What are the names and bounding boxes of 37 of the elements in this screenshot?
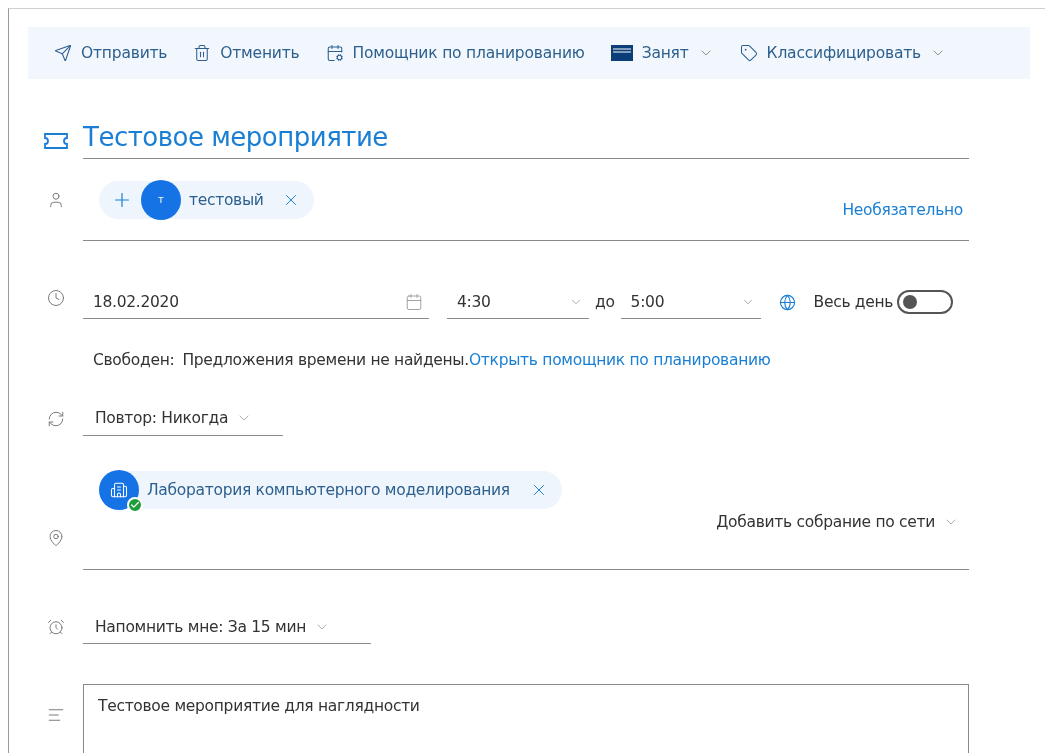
- text-lines-icon: [46, 706, 65, 724]
- calendar-icon: [405, 292, 423, 311]
- date-field[interactable]: 18.02.2020: [83, 285, 429, 319]
- scheduling-link[interactable]: Открыть помощник по планированию: [468, 350, 771, 369]
- end-time-field[interactable]: 5:00: [620, 285, 761, 319]
- event-title[interactable]: Тестовое мероприятие: [83, 122, 388, 158]
- repeat-dropdown[interactable]: Повтор: Никогда: [83, 401, 283, 436]
- building-icon: [110, 481, 128, 499]
- delete-icon: [193, 44, 212, 62]
- busy-status-icon: [610, 45, 633, 61]
- repeat-icon: [46, 409, 65, 428]
- body-editor[interactable]: Тестовое мероприятие для наглядности: [83, 684, 969, 753]
- toolbar-button[interactable]: Отправить: [54, 44, 168, 62]
- location-icon: [46, 529, 65, 547]
- clock-icon: [46, 289, 65, 307]
- tag-icon: [739, 44, 758, 62]
- availability-status: Свободен:: [93, 350, 175, 369]
- toolbar-button[interactable]: Классифицировать: [739, 44, 946, 62]
- alarm-icon: [46, 618, 65, 636]
- toolbar-button[interactable]: Отменить: [193, 44, 300, 62]
- send-icon: [54, 44, 72, 62]
- globe-icon[interactable]: [778, 293, 796, 311]
- reminder-dropdown[interactable]: Напомнить мне: За 15 мин: [83, 610, 371, 644]
- to-label: до: [595, 293, 615, 311]
- availability-message: Предложения времени не найдены.: [182, 350, 469, 369]
- calendar-icon: [325, 44, 344, 62]
- optional-link[interactable]: Необязательно: [842, 200, 963, 219]
- start-time-field[interactable]: 4:30: [447, 285, 589, 319]
- all-day-toggle[interactable]: [897, 290, 954, 314]
- toolbar-button[interactable]: Помощник по планированию: [325, 44, 585, 62]
- room-chip[interactable]: Лаборатория компьютерного моделирования: [99, 471, 562, 509]
- toolbar-button[interactable]: Занят: [610, 44, 714, 62]
- all-day-label: Весь день: [813, 293, 894, 311]
- avatar: т: [141, 179, 181, 220]
- online-meeting-dropdown[interactable]: Добавить собрание по сети: [673, 505, 963, 539]
- attendee-chip[interactable]: т тестовый: [99, 180, 314, 219]
- ticket-icon: [43, 133, 68, 149]
